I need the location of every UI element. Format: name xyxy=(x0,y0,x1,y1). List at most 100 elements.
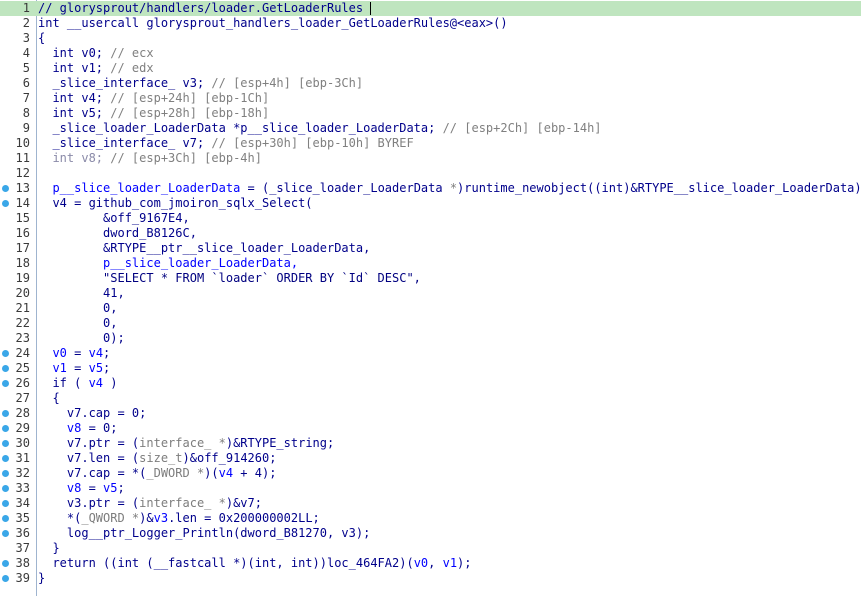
code-line[interactable]: 20 41, xyxy=(0,286,861,301)
code-text[interactable]: } xyxy=(38,541,59,556)
code-text[interactable]: int __usercall glorysprout_handlers_load… xyxy=(38,16,508,31)
code-text[interactable]: if ( v4 ) xyxy=(38,376,117,391)
code-line[interactable]: 27 { xyxy=(0,391,861,406)
line-number: 17 xyxy=(15,241,30,255)
code-line[interactable]: 8 int v5; // [esp+28h] [ebp-18h] xyxy=(0,106,861,121)
code-line[interactable]: 19 "SELECT * FROM `loader` ORDER BY `Id`… xyxy=(0,271,861,286)
code-text[interactable]: return ((int (__fastcall *)(int, int))lo… xyxy=(38,556,471,571)
code-text[interactable]: v8 = 0; xyxy=(38,421,118,436)
code-text[interactable]: 0, xyxy=(38,301,117,316)
line-number: 10 xyxy=(15,136,30,150)
code-text[interactable]: v7.ptr = (interface_ *)&RTYPE_string; xyxy=(38,436,334,451)
code-line[interactable]: 2 int __usercall glorysprout_handlers_loa… xyxy=(0,16,861,31)
code-token: v4 xyxy=(88,346,104,360)
code-line[interactable]: 32 v7.cap = *(_DWORD *)(v4 + 4); xyxy=(0,466,861,481)
code-token: v5 xyxy=(103,481,118,495)
code-line[interactable]: 37 } xyxy=(0,541,861,556)
line-number: 39 xyxy=(15,571,30,585)
code-text[interactable]: 0); xyxy=(38,331,125,346)
code-line[interactable]: 15 &off_9167E4, xyxy=(0,211,861,226)
code-line[interactable]: 29 v8 = 0; xyxy=(0,421,861,436)
code-line[interactable]: 6 _slice_interface_ v3; // [esp+4h] [ebp… xyxy=(0,76,861,91)
code-line[interactable]: 39} xyxy=(0,571,861,586)
code-line[interactable]: 25 v1 = v5; xyxy=(0,361,861,376)
code-text[interactable]: // glorysprout/handlers/loader.GetLoader… xyxy=(38,1,372,16)
code-line[interactable]: 3{ xyxy=(0,31,861,46)
code-text[interactable]: p__slice_loader_LoaderData = (_slice_loa… xyxy=(38,181,861,196)
code-text[interactable]: 41, xyxy=(38,286,125,301)
code-line[interactable]: 30 v7.ptr = (interface_ *)&RTYPE_string; xyxy=(0,436,861,451)
code-line[interactable]: 36 log__ptr_Logger_Println(dword_B81270,… xyxy=(0,526,861,541)
code-line[interactable]: 21 0, xyxy=(0,301,861,316)
line-number: 13 xyxy=(15,181,30,195)
code-line[interactable]: 35 *(_QWORD *)&v3.len = 0x200000002LL; xyxy=(0,511,861,526)
code-text[interactable]: int v4; // [esp+24h] [ebp-1Ch] xyxy=(38,91,269,106)
code-line[interactable]: 12 xyxy=(0,166,861,181)
line-number: 19 xyxy=(15,271,30,285)
code-line[interactable]: 7 int v4; // [esp+24h] [ebp-1Ch] xyxy=(0,91,861,106)
code-line[interactable]: 31 v7.len = (size_t)&off_914260; xyxy=(0,451,861,466)
code-text[interactable]: v8 = v5; xyxy=(38,481,125,496)
code-text[interactable]: &off_9167E4, xyxy=(38,211,190,226)
code-text[interactable]: _slice_interface_ v7; // [esp+30h] [ebp-… xyxy=(38,136,413,151)
line-number: 25 xyxy=(15,361,30,375)
code-text[interactable]: _slice_interface_ v3; // [esp+4h] [ebp-3… xyxy=(38,76,363,91)
line-number: 36 xyxy=(15,526,30,540)
code-line[interactable]: 10 _slice_interface_ v7; // [esp+30h] [e… xyxy=(0,136,861,151)
code-text[interactable]: log__ptr_Logger_Println(dword_B81270, v3… xyxy=(38,526,370,541)
code-token: * xyxy=(449,181,458,195)
code-text[interactable]: int v1; // edx xyxy=(38,61,153,76)
code-text[interactable]: dword_B8126C, xyxy=(38,226,197,241)
line-number: 23 xyxy=(15,331,30,345)
code-text[interactable]: *(_QWORD *)&v3.len = 0x200000002LL; xyxy=(38,511,320,526)
code-token: v3.ptr = ( xyxy=(38,496,140,510)
code-line[interactable]: 17 &RTYPE__ptr__slice_loader_LoaderData, xyxy=(0,241,861,256)
pseudocode-view[interactable]: 1 // glorysprout/handlers/loader.GetLoade… xyxy=(0,0,861,596)
code-token: )&RTYPE_string; xyxy=(225,436,335,450)
code-text[interactable]: int v5; // [esp+28h] [ebp-18h] xyxy=(38,106,269,121)
code-token: v1 xyxy=(442,556,458,570)
code-line[interactable]: 28 v7.cap = 0; xyxy=(0,406,861,421)
code-text[interactable]: v7.len = (size_t)&off_914260; xyxy=(38,451,277,466)
code-token: int v0; xyxy=(38,46,111,60)
code-line[interactable]: 1 // glorysprout/handlers/loader.GetLoade… xyxy=(0,1,861,16)
code-token: v8 xyxy=(38,481,82,495)
code-text[interactable]: &RTYPE__ptr__slice_loader_LoaderData, xyxy=(38,241,370,256)
code-line[interactable]: 23 0); xyxy=(0,331,861,346)
code-line[interactable]: 16 dword_B8126C, xyxy=(0,226,861,241)
code-text[interactable]: int v8; // [esp+3Ch] [ebp-4h] xyxy=(38,151,262,166)
line-number: 5 xyxy=(22,61,30,75)
code-text[interactable]: v4 = github_com_jmoiron_sqlx_Select( xyxy=(38,196,312,211)
code-line[interactable]: 9 _slice_loader_LoaderData *p__slice_loa… xyxy=(0,121,861,136)
code-line[interactable]: 11 int v8; // [esp+3Ch] [ebp-4h] xyxy=(0,151,861,166)
code-text[interactable]: } xyxy=(38,571,45,586)
code-token: v5 xyxy=(88,361,104,375)
code-line[interactable]: 13 p__slice_loader_LoaderData = (_slice_… xyxy=(0,181,861,196)
code-line[interactable]: 24 v0 = v4; xyxy=(0,346,861,361)
code-text[interactable]: v7.cap = *(_DWORD *)(v4 + 4); xyxy=(38,466,277,481)
code-text[interactable]: { xyxy=(38,391,59,406)
code-token: size_t xyxy=(139,451,183,465)
code-text[interactable]: v3.ptr = (interface_ *)&v7; xyxy=(38,496,262,511)
code-text[interactable]: 0, xyxy=(38,316,117,331)
code-token: int v4; xyxy=(38,91,111,105)
code-line[interactable]: 18 p__slice_loader_LoaderData, xyxy=(0,256,861,271)
code-line[interactable]: 33 v8 = v5; xyxy=(0,481,861,496)
code-line[interactable]: 22 0, xyxy=(0,316,861,331)
code-line[interactable]: 14 v4 = github_com_jmoiron_sqlx_Select( xyxy=(0,196,861,211)
code-text[interactable]: { xyxy=(38,31,45,46)
code-text[interactable]: v7.cap = 0; xyxy=(38,406,146,421)
code-line[interactable]: 4 int v0; // ecx xyxy=(0,46,861,61)
code-token: int v5; xyxy=(38,106,111,120)
code-text[interactable]: v1 = v5; xyxy=(38,361,110,376)
code-text[interactable]: p__slice_loader_LoaderData, xyxy=(38,256,298,271)
code-line[interactable]: 34 v3.ptr = (interface_ *)&v7; xyxy=(0,496,861,511)
code-text[interactable]: v0 = v4; xyxy=(38,346,110,361)
code-text[interactable]: "SELECT * FROM `loader` ORDER BY `Id` DE… xyxy=(38,271,421,286)
code-token: _slice_loader_LoaderData *p__slice_loade… xyxy=(38,121,443,135)
code-text[interactable]: _slice_loader_LoaderData *p__slice_loade… xyxy=(38,121,601,136)
code-text[interactable]: int v0; // ecx xyxy=(38,46,153,61)
code-line[interactable]: 38 return ((int (__fastcall *)(int, int)… xyxy=(0,556,861,571)
code-line[interactable]: 26 if ( v4 ) xyxy=(0,376,861,391)
code-line[interactable]: 5 int v1; // edx xyxy=(0,61,861,76)
